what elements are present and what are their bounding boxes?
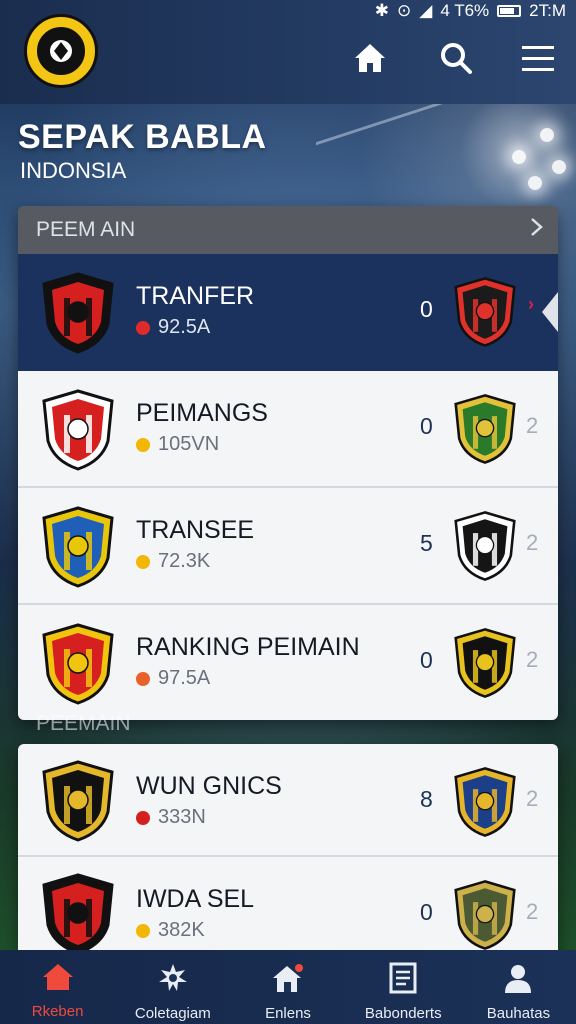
row-subtitle: 97.5A bbox=[136, 667, 210, 690]
row-title: WUN GNICS bbox=[136, 772, 282, 800]
row-subtitle: 72.3K bbox=[136, 550, 210, 573]
page-title: SEPAK BABLA bbox=[18, 118, 267, 156]
row-subtitle: 92.5A bbox=[136, 316, 210, 339]
nav-item-label: Babonderts bbox=[364, 1005, 442, 1022]
row-score: 5 bbox=[420, 530, 433, 556]
row-extra-value: 2 bbox=[526, 786, 539, 811]
nav-item-rkeben[interactable]: Rkeben bbox=[0, 950, 115, 1024]
opponent-crest-icon bbox=[454, 508, 516, 584]
status-dot-icon bbox=[136, 810, 150, 825]
opponent-crest-icon bbox=[454, 625, 516, 701]
row-score: 0 bbox=[420, 413, 433, 439]
nav-item-label: Enlens bbox=[265, 1005, 311, 1022]
nav-item-babonderts[interactable]: Babonderts bbox=[346, 950, 461, 1024]
selection-notch bbox=[542, 292, 558, 332]
status-bar: ✱ ⊙ ◢ 4 T6% 2T:M bbox=[375, 0, 566, 22]
floodlight bbox=[552, 160, 566, 174]
row-score: 0 bbox=[420, 647, 433, 673]
signal-icon: ◢ bbox=[419, 1, 433, 20]
table-row[interactable]: TRANFER 92.5A 0 › bbox=[18, 254, 558, 371]
row-extra-value: 2 bbox=[526, 413, 539, 438]
row-score: 8 bbox=[420, 786, 433, 812]
row-score: 0 bbox=[420, 899, 433, 925]
opponent-crest-icon bbox=[454, 391, 516, 467]
row-title: TRANFER bbox=[136, 282, 255, 310]
row-extra-value: 2 bbox=[526, 647, 539, 672]
row-extra-value: 2 bbox=[526, 530, 539, 555]
nav-item-coletagiam[interactable]: Coletagiam bbox=[115, 950, 230, 1024]
table-row[interactable]: WUN GNICS 333N 8 2 bbox=[18, 744, 558, 857]
row-stat: 97.5A bbox=[158, 667, 211, 689]
alarm-icon: ⊙ bbox=[397, 1, 412, 20]
club-crest-icon bbox=[42, 389, 114, 471]
card-header[interactable]: PEEM AIN bbox=[18, 206, 558, 254]
table-row[interactable]: TRANSEE 72.3K 5 2 bbox=[18, 488, 558, 605]
opponent-crest-icon bbox=[454, 764, 516, 840]
players-card: PEEM AIN TRANFER 92.5A 0 › PEIMANGS 105VN 0 … bbox=[18, 206, 558, 720]
status-time: 2T:M bbox=[529, 1, 566, 20]
club-crest-icon bbox=[42, 272, 114, 354]
menu-icon[interactable] bbox=[518, 38, 558, 78]
home-icon bbox=[41, 962, 75, 997]
card-rows: TRANFER 92.5A 0 › PEIMANGS 105VN 0 2 TRANSEE… bbox=[18, 254, 558, 720]
bottom-navigation: Rkeben Coletagiam Enlens Babonderts Bauhatas bbox=[0, 950, 576, 1024]
nav-item-enlens[interactable]: Enlens bbox=[230, 950, 345, 1024]
table-row[interactable]: PEIMANGS 105VN 0 2 bbox=[18, 371, 558, 488]
status-dot-icon bbox=[136, 671, 150, 686]
row-subtitle: 333N bbox=[136, 806, 206, 829]
status-dot-icon bbox=[136, 437, 150, 452]
club-crest-icon bbox=[42, 623, 114, 705]
status-dot-icon bbox=[136, 554, 150, 569]
house-alert-icon bbox=[271, 962, 305, 999]
row-subtitle: 105VN bbox=[136, 433, 219, 456]
home-icon[interactable] bbox=[350, 38, 390, 78]
row-title: IWDA SEL bbox=[136, 885, 255, 913]
card-header-label: PEEM AIN bbox=[36, 218, 136, 241]
row-stat: 72.3K bbox=[158, 550, 211, 572]
nav-item-bauhatas[interactable]: Bauhatas bbox=[461, 950, 576, 1024]
club-crest-icon bbox=[42, 506, 114, 588]
floodlight bbox=[512, 150, 526, 164]
opponent-crest-icon bbox=[454, 274, 516, 350]
selected-pointer-icon: › bbox=[528, 294, 534, 314]
person-icon bbox=[502, 962, 534, 999]
row-title: RANKING PEIMAIN bbox=[136, 633, 360, 661]
bluetooth-icon: ✱ bbox=[374, 1, 389, 20]
row-stat: 382K bbox=[158, 919, 205, 941]
floodlight bbox=[528, 176, 542, 190]
section-label: PEEMAIN bbox=[36, 712, 131, 735]
row-title: TRANSEE bbox=[136, 516, 255, 544]
document-icon bbox=[388, 962, 418, 999]
nav-item-label: Bauhatas bbox=[486, 1005, 551, 1022]
status-dot-icon bbox=[136, 923, 150, 938]
search-icon[interactable] bbox=[436, 38, 476, 78]
chevron-right-icon bbox=[530, 217, 544, 243]
secondary-card: WUN GNICS 333N 8 2 IWDA SEL 382K 0 2 bbox=[18, 744, 558, 950]
club-crest-icon bbox=[42, 760, 114, 842]
table-row[interactable]: IWDA SEL 382K 0 2 bbox=[18, 857, 558, 950]
nav-item-label: Coletagiam bbox=[134, 1005, 211, 1022]
table-row[interactable]: RANKING PEIMAIN 97.5A 0 2 bbox=[18, 605, 558, 720]
row-subtitle: 382K bbox=[136, 919, 205, 942]
gear-icon bbox=[157, 962, 189, 999]
card-rows: WUN GNICS 333N 8 2 IWDA SEL 382K 0 2 bbox=[18, 744, 558, 950]
opponent-crest-icon bbox=[454, 877, 516, 950]
club-crest-icon bbox=[42, 873, 114, 950]
row-title: PEIMANGS bbox=[136, 399, 268, 427]
status-text: 4 T6% bbox=[440, 1, 490, 20]
row-stat: 92.5A bbox=[158, 316, 211, 338]
status-dot-icon bbox=[136, 320, 150, 335]
nav-item-label: Rkeben bbox=[31, 1003, 84, 1020]
page-subtitle: INDONSIA bbox=[20, 158, 127, 183]
club-logo[interactable] bbox=[24, 14, 98, 88]
club-logo-emblem bbox=[35, 25, 87, 77]
battery-icon bbox=[497, 5, 522, 17]
row-stat: 105VN bbox=[158, 433, 220, 455]
floodlight bbox=[540, 128, 554, 142]
row-stat: 333N bbox=[158, 806, 206, 828]
row-extra-value: 2 bbox=[526, 899, 539, 924]
row-score: 0 bbox=[420, 296, 433, 322]
